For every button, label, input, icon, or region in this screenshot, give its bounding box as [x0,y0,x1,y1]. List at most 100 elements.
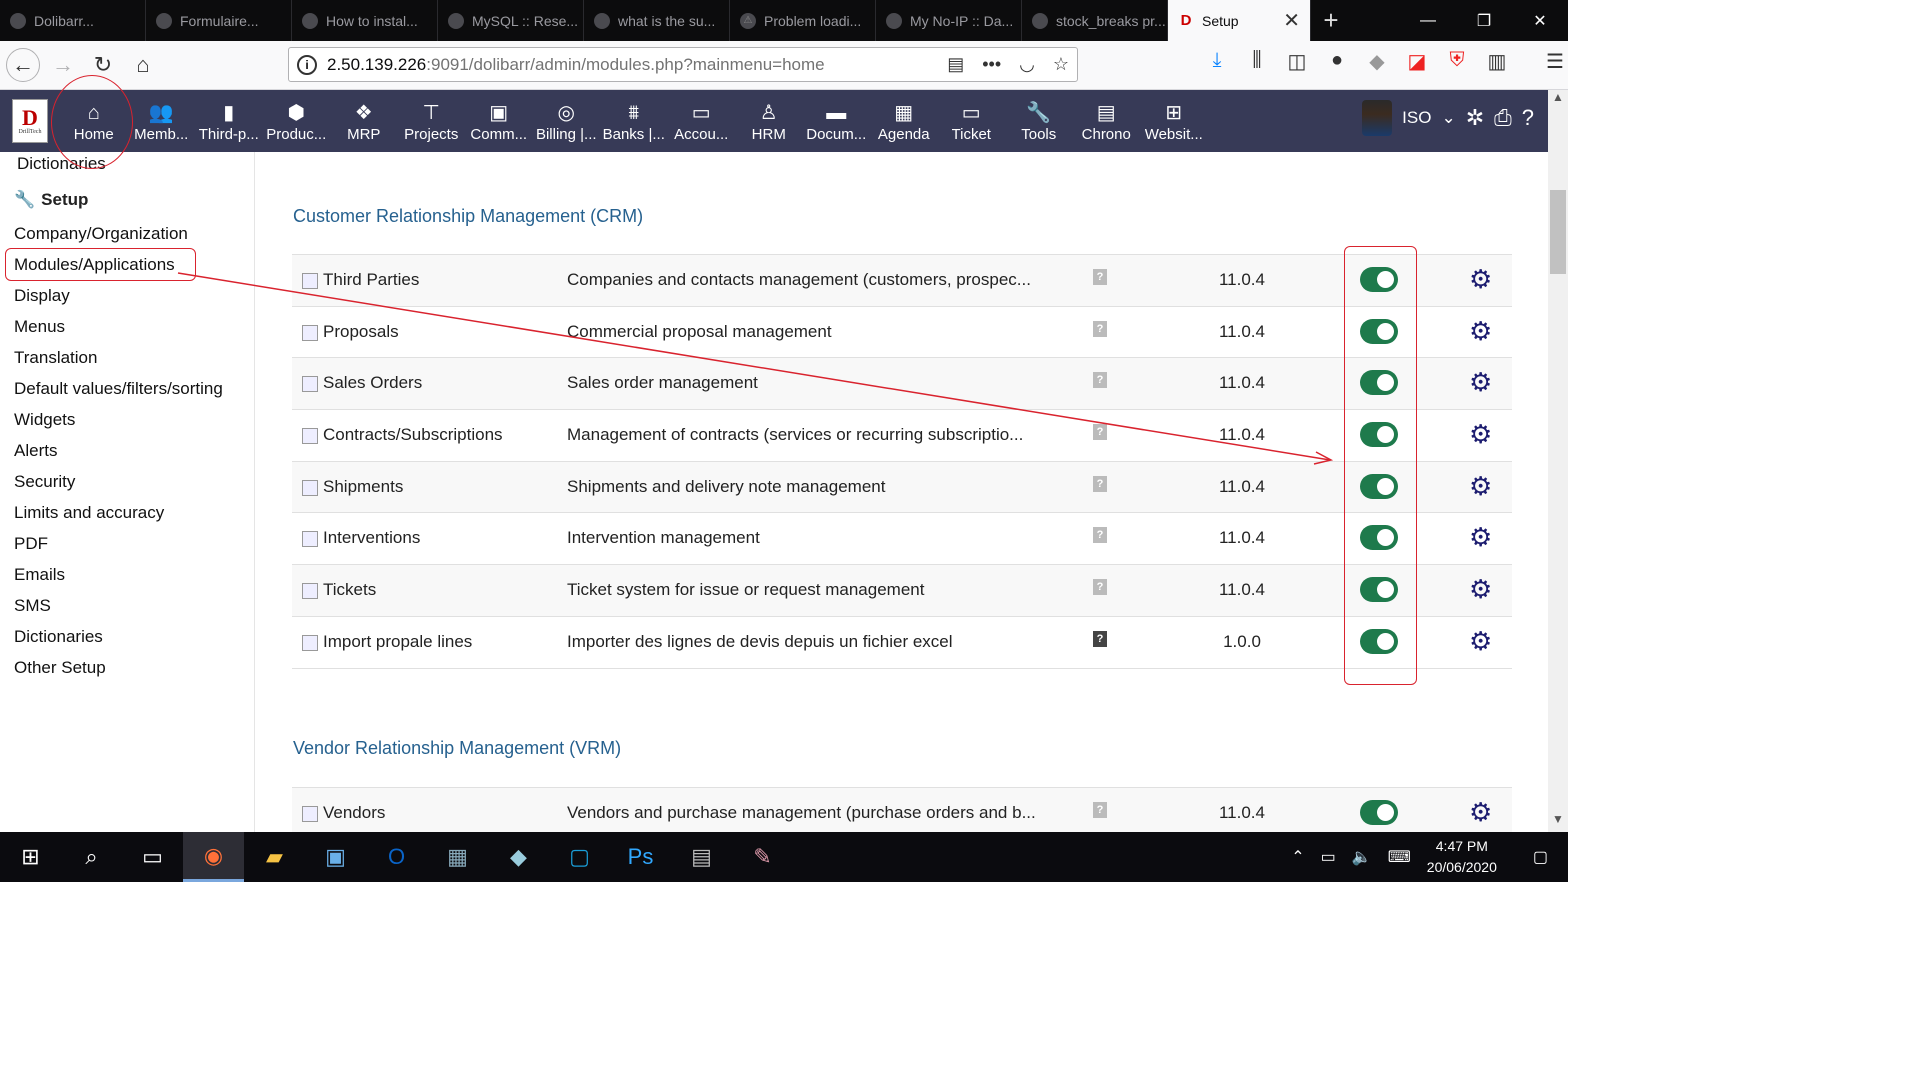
sidebar-section-setup[interactable]: Setup [41,190,88,210]
top-menu-item[interactable]: ⊞ Websit... [1140,100,1208,143]
gear-icon[interactable]: ⚙ [1469,627,1492,655]
top-menu-item[interactable]: 🔧 Tools [1005,100,1073,143]
vertical-scrollbar[interactable]: ▲ ▼ [1548,90,1568,832]
sidebar-item[interactable]: Other Setup [14,658,106,678]
sidebar-item[interactable]: Menus [14,317,65,337]
url-bar[interactable]: i 2.50.139.226:9091/dolibarr/admin/modul… [288,47,1078,82]
sidebar-item[interactable]: Limits and accuracy [14,503,164,523]
outlook-icon[interactable]: O [366,832,427,882]
top-menu-item[interactable]: ▭ Ticket [938,100,1006,143]
calculator-icon[interactable]: ▤ [671,832,732,882]
firefox-icon[interactable]: ◉ [183,832,244,882]
scroll-thumb[interactable] [1550,190,1566,274]
top-menu-item[interactable]: ▭ Accou... [668,100,736,143]
task-view-icon[interactable]: ▭ [122,832,183,882]
bug-icon[interactable]: ✲ [1466,105,1484,131]
sidebar-item[interactable]: Dictionaries [14,627,103,647]
close-window-icon[interactable]: ✕ [1512,0,1568,41]
library-icon[interactable]: ⫼ [1245,49,1269,74]
sidebar-item[interactable]: Company/Organization [14,224,188,244]
gear-icon[interactable]: ⚙ [1469,420,1492,448]
app-icon[interactable]: ▢ [549,832,610,882]
sidebar-item[interactable]: Translation [14,348,97,368]
top-menu-item[interactable]: 👥 Memb... [128,100,196,143]
top-menu-item[interactable]: ▬ Docum... [803,100,871,143]
top-menu-item[interactable]: ❖ MRP [330,100,398,143]
reader-view-icon[interactable]: ▤ [947,54,964,75]
windows-start-icon[interactable]: ⊞ [0,832,61,882]
chevron-up-icon[interactable]: ⌃ [1291,847,1304,867]
help-icon[interactable]: ? [1522,105,1534,131]
new-tab-button[interactable]: + [1311,0,1351,41]
restore-icon[interactable]: ❐ [1456,0,1512,41]
shield-icon[interactable]: ⛨ [1445,49,1469,74]
close-tab-icon[interactable]: ✕ [1283,8,1300,33]
browser-tab[interactable]: stock_breaks pr... [1022,0,1168,41]
keyboard-icon[interactable]: ⌨ [1388,847,1411,867]
gear-icon[interactable]: ⚙ [1469,368,1492,396]
forward-button[interactable]: → [46,48,80,82]
top-menu-item[interactable]: ▮ Third-p... [195,100,263,143]
download-icon[interactable]: ⤓ [1205,49,1229,74]
paint-icon[interactable]: ✎ [732,832,793,882]
browser-tab[interactable]: ⚠ Problem loadi... [730,0,876,41]
barcode-icon[interactable]: ▥ [1485,49,1509,74]
clock[interactable]: 4:47 PM 20/06/2020 [1427,836,1497,878]
top-menu-item[interactable]: ▦ Agenda [870,100,938,143]
scroll-up-icon[interactable]: ▲ [1548,90,1568,110]
user-avatar[interactable] [1362,100,1393,136]
sidebar-item[interactable]: Widgets [14,410,75,430]
browser-tab[interactable]: How to instal... [292,0,438,41]
browser-tab[interactable]: Formulaire... [146,0,292,41]
print-icon[interactable]: ⎙ [1494,105,1512,131]
app-icon[interactable]: ▣ [305,832,366,882]
help-icon[interactable]: ? [1093,320,1107,337]
battery-icon[interactable]: ▭ [1321,847,1336,867]
module-toggle[interactable] [1360,800,1398,825]
browser-tab-active[interactable]: D Setup ✕ [1168,0,1311,41]
sidebar-icon[interactable]: ◫ [1285,49,1309,74]
help-icon[interactable]: ? [1093,527,1107,544]
gear-icon[interactable]: ⚙ [1469,798,1492,826]
more-actions-icon[interactable]: ••• [982,54,1001,75]
sidebar-item[interactable]: Default values/filters/sorting [14,379,223,399]
top-menu-item[interactable]: ▤ Chrono [1073,100,1141,143]
photoshop-icon[interactable]: Ps [610,832,671,882]
help-icon[interactable]: ? [1093,372,1107,389]
chevron-down-icon[interactable]: ⌄ [1441,108,1455,128]
pocket-icon[interactable]: ◡ [1019,54,1035,75]
scroll-down-icon[interactable]: ▼ [1548,812,1568,832]
gear-icon[interactable]: ⚙ [1469,523,1492,551]
top-menu-item[interactable]: ♙ HRM [735,100,803,143]
help-icon[interactable]: ? [1093,424,1107,441]
sidebar-item[interactable]: SMS [14,596,51,616]
help-icon[interactable]: ? [1093,269,1107,285]
extension-icon[interactable]: ◪ [1405,49,1429,74]
notifications-icon[interactable]: ▢ [1533,847,1548,867]
top-menu-item[interactable]: ▣ Comm... [465,100,533,143]
user-name[interactable]: ISO [1402,108,1431,128]
browser-tab[interactable]: My No-IP :: Da... [876,0,1022,41]
sidebar-item[interactable]: Display [14,286,70,306]
company-logo[interactable]: D DrillTech [12,99,48,143]
home-button[interactable]: ⌂ [126,48,160,82]
help-icon[interactable]: ? [1093,630,1107,647]
sidebar-item[interactable]: Security [14,472,75,492]
sidebar-item[interactable]: Emails [14,565,65,585]
file-explorer-icon[interactable]: ▰ [244,832,305,882]
help-icon[interactable]: ? [1093,802,1107,818]
account-icon[interactable]: ● [1325,49,1349,74]
volume-icon[interactable]: 🔈 [1352,847,1372,867]
remote-desktop-icon[interactable]: ▦ [427,832,488,882]
info-icon[interactable]: i [297,54,317,75]
gear-icon[interactable]: ⚙ [1469,265,1492,293]
browser-tab[interactable]: MySQL :: Rese... [438,0,584,41]
top-menu-item[interactable]: ⩩ Banks |... [600,100,668,143]
help-icon[interactable]: ? [1093,475,1107,492]
minimize-icon[interactable]: — [1400,0,1456,41]
sidebar-item[interactable]: Alerts [14,441,57,461]
top-menu-item[interactable]: ⊤ Projects [398,100,466,143]
top-menu-item[interactable]: ◎ Billing |... [533,100,601,143]
extension-icon[interactable]: ◆ [1365,49,1389,74]
gear-icon[interactable]: ⚙ [1469,575,1492,603]
